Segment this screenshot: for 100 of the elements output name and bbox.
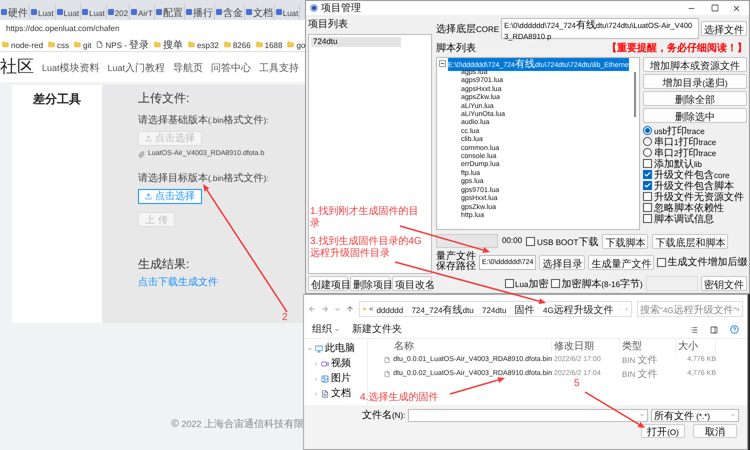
script-button[interactable]: 删除全部 xyxy=(643,91,747,106)
bookmark[interactable]: git xyxy=(74,37,92,51)
checkbox[interactable] xyxy=(643,214,652,223)
overflow-chevrons[interactable]: « xyxy=(369,303,374,315)
nav-link[interactable]: 导航页 xyxy=(173,55,204,79)
section-heading: 生成结果: xyxy=(138,256,190,273)
choose-file-button[interactable]: 选择文件 xyxy=(701,20,747,36)
page-icon xyxy=(1,9,7,15)
page-icon xyxy=(31,9,37,15)
address-bar[interactable]: « dddddd 724_724有线dtu 724dtu 固件 4G远程升级文件 xyxy=(359,301,632,317)
option-label: 添加默认lib xyxy=(654,158,702,170)
radio-button[interactable] xyxy=(643,126,652,135)
folder-icon xyxy=(48,40,56,48)
checkbox[interactable] xyxy=(551,278,560,288)
chevron-down-icon[interactable] xyxy=(334,306,341,312)
search-field[interactable]: 搜索"4G远程升级文件" xyxy=(637,301,743,317)
nav-item[interactable]: 文档 xyxy=(331,386,351,401)
tab-label: AirT xyxy=(138,8,153,20)
filename-field[interactable] xyxy=(408,408,648,422)
bookmark[interactable]: 8266 xyxy=(224,37,251,51)
option-label: 升级文件无资源文件 xyxy=(654,190,744,203)
script-button[interactable]: 增加目录(递归) xyxy=(643,74,747,89)
sidebar-title: 差分工具 xyxy=(33,91,81,108)
bookmark[interactable]: go xyxy=(287,37,306,51)
column-header[interactable]: 大小 xyxy=(676,339,716,353)
nav-link[interactable]: Luat模块资料 xyxy=(42,55,100,79)
radio-button[interactable] xyxy=(643,148,652,157)
view-icon[interactable] xyxy=(690,326,698,334)
collapse-toggle[interactable] xyxy=(439,60,446,67)
generate-button[interactable]: 生成量产文件 xyxy=(588,254,654,270)
open-button[interactable]: 打开(O) xyxy=(641,424,685,438)
page-icon xyxy=(276,9,282,15)
new-folder-button[interactable]: 新建文件夹 xyxy=(352,322,402,337)
bookmark[interactable]: 搜单 xyxy=(154,37,184,51)
annotation-text: 1.找到刚才生成固件的目录 xyxy=(310,206,420,230)
script-button[interactable]: 增加脚本或资源文件 xyxy=(643,57,747,72)
option-label: 生成文件增加后缀 xyxy=(667,256,748,270)
nav-link[interactable]: 问答中心 xyxy=(211,55,252,79)
expand-toggle-icon[interactable] xyxy=(313,390,319,396)
bookmark[interactable]: esp32 xyxy=(188,37,219,51)
checkbox[interactable] xyxy=(643,192,652,201)
file-icon xyxy=(384,356,390,364)
checkbox[interactable] xyxy=(657,258,666,266)
up-icon[interactable] xyxy=(346,305,354,313)
scrollbar-thumb[interactable] xyxy=(634,72,636,117)
file-type-dropdown[interactable]: 所有文件 (*.*) xyxy=(651,408,739,422)
checkbox[interactable] xyxy=(643,170,652,179)
checkbox[interactable] xyxy=(643,159,652,168)
nav-item[interactable]: 视频 xyxy=(331,356,351,371)
nav-link[interactable]: Luat入门教程 xyxy=(108,55,166,79)
bookmark[interactable]: node-red xyxy=(2,37,44,51)
maximize-icon[interactable] xyxy=(711,4,719,12)
project-button[interactable]: 删除项目 xyxy=(350,276,390,291)
radio-button[interactable] xyxy=(643,137,652,146)
page-icon xyxy=(56,9,63,15)
project-item[interactable]: 724dtu xyxy=(311,37,401,47)
column-header[interactable]: 类型 xyxy=(620,339,676,353)
checkbox[interactable] xyxy=(643,181,652,190)
expand-toggle-icon[interactable] xyxy=(307,346,313,352)
video-icon xyxy=(321,360,329,368)
document-icon xyxy=(321,390,329,398)
folder-icon xyxy=(2,40,9,48)
folder-icon xyxy=(224,40,231,48)
bookmark[interactable]: 1688 xyxy=(256,37,282,51)
choose-dir-button[interactable]: 选择目录 xyxy=(539,254,586,270)
checkbox[interactable] xyxy=(526,236,536,246)
file-type: BIN 文件 xyxy=(621,368,659,382)
organize-button[interactable]: 组织 xyxy=(312,322,340,337)
download-button[interactable]: 下载底层和脚本 xyxy=(652,234,728,248)
bookmark[interactable]: css xyxy=(48,37,70,51)
cancel-button[interactable]: 取消 xyxy=(693,424,737,438)
annotation-text: 5 xyxy=(574,378,580,390)
close-icon[interactable] xyxy=(732,4,741,12)
nav-item[interactable]: 此电脑 xyxy=(325,341,355,356)
download-button[interactable]: 下载脚本 xyxy=(602,234,648,248)
help-icon[interactable] xyxy=(730,325,739,334)
checkbox[interactable] xyxy=(505,278,514,288)
back-icon[interactable] xyxy=(308,305,316,313)
key-file-button[interactable]: 密钥文件 xyxy=(701,276,747,290)
nav-item[interactable]: 图片 xyxy=(331,371,351,386)
checkbox[interactable] xyxy=(643,203,652,212)
option-label: Lua加密 xyxy=(515,278,548,292)
forward-icon[interactable] xyxy=(321,305,329,313)
page-icon xyxy=(108,9,114,15)
option-label: USB BOOT下载 xyxy=(537,236,598,250)
project-button[interactable]: 项目改名 xyxy=(392,276,432,291)
script-button[interactable]: 删除选中 xyxy=(643,108,747,123)
column-header[interactable]: 名称 xyxy=(380,339,552,353)
project-button[interactable]: 创建项目 xyxy=(308,276,348,291)
option-label: 升级文件包含脚本 xyxy=(654,180,734,192)
field-label: 量产文件保存路径 xyxy=(436,252,476,272)
nav-link[interactable]: 工具支持 xyxy=(259,55,300,79)
expand-toggle-icon[interactable] xyxy=(313,376,319,382)
expand-toggle-icon[interactable] xyxy=(313,360,319,366)
bookmark[interactable]: NPS - 登录 xyxy=(96,37,150,51)
option-label: 加密脚本(8-16字节) xyxy=(561,278,643,292)
page-icon xyxy=(186,9,192,15)
preview-pane-icon[interactable] xyxy=(710,326,718,334)
column-header[interactable]: 修改日期 xyxy=(552,339,620,353)
panel-label: 脚本列表 xyxy=(436,42,476,56)
